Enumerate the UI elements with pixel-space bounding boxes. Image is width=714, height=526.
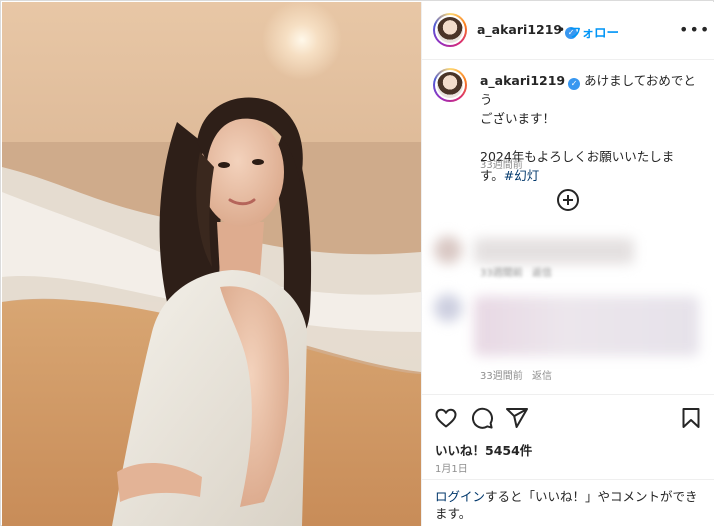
separator-dot: • xyxy=(558,23,566,37)
heart-icon[interactable] xyxy=(434,406,458,430)
verified-badge-icon: ✓ xyxy=(568,78,581,90)
caption-line-2: ございます！ xyxy=(480,111,556,126)
blurred-comment-text xyxy=(474,296,699,356)
comment-time[interactable]: 33週間前 xyxy=(480,264,523,279)
post-side-panel: a_akari1219 ✓ • フォロー ••• a_akari1219 ✓ あけま… xyxy=(421,2,714,526)
comment-time[interactable]: 33週間前 xyxy=(480,367,523,382)
comment-avatar[interactable] xyxy=(434,236,462,264)
post-date[interactable]: 1月1日 xyxy=(435,460,468,475)
login-prompt: ログインすると「いいね！」やコメントができます。 xyxy=(422,479,714,526)
follow-button[interactable]: フォロー xyxy=(569,22,619,41)
paper-plane-icon[interactable] xyxy=(505,406,529,430)
comment-bubble-icon[interactable] xyxy=(470,406,494,430)
caption-avatar[interactable] xyxy=(433,68,467,102)
author-avatar[interactable] xyxy=(433,13,467,47)
caption-username[interactable]: a_akari1219 xyxy=(480,73,565,88)
post-photo[interactable] xyxy=(2,2,421,526)
action-bar xyxy=(422,394,714,438)
comment-avatar[interactable] xyxy=(434,294,462,322)
caption-time[interactable]: 33週間前 xyxy=(480,156,523,171)
likes-count[interactable]: いいね！5454件 xyxy=(435,440,532,459)
bookmark-icon[interactable] xyxy=(679,406,703,430)
post-header: a_akari1219 ✓ • フォロー ••• xyxy=(422,2,714,60)
plus-circle-icon[interactable] xyxy=(557,189,579,211)
login-link[interactable]: ログイン xyxy=(435,489,485,504)
more-options-icon[interactable]: ••• xyxy=(679,20,710,39)
comment-reply-button[interactable]: 返信 xyxy=(532,264,552,279)
instagram-post-embed: a_akari1219 ✓ • フォロー ••• a_akari1219 ✓ あけま… xyxy=(0,0,714,526)
blurred-comment-text xyxy=(474,238,634,264)
comment-reply-button[interactable]: 返信 xyxy=(532,367,552,382)
